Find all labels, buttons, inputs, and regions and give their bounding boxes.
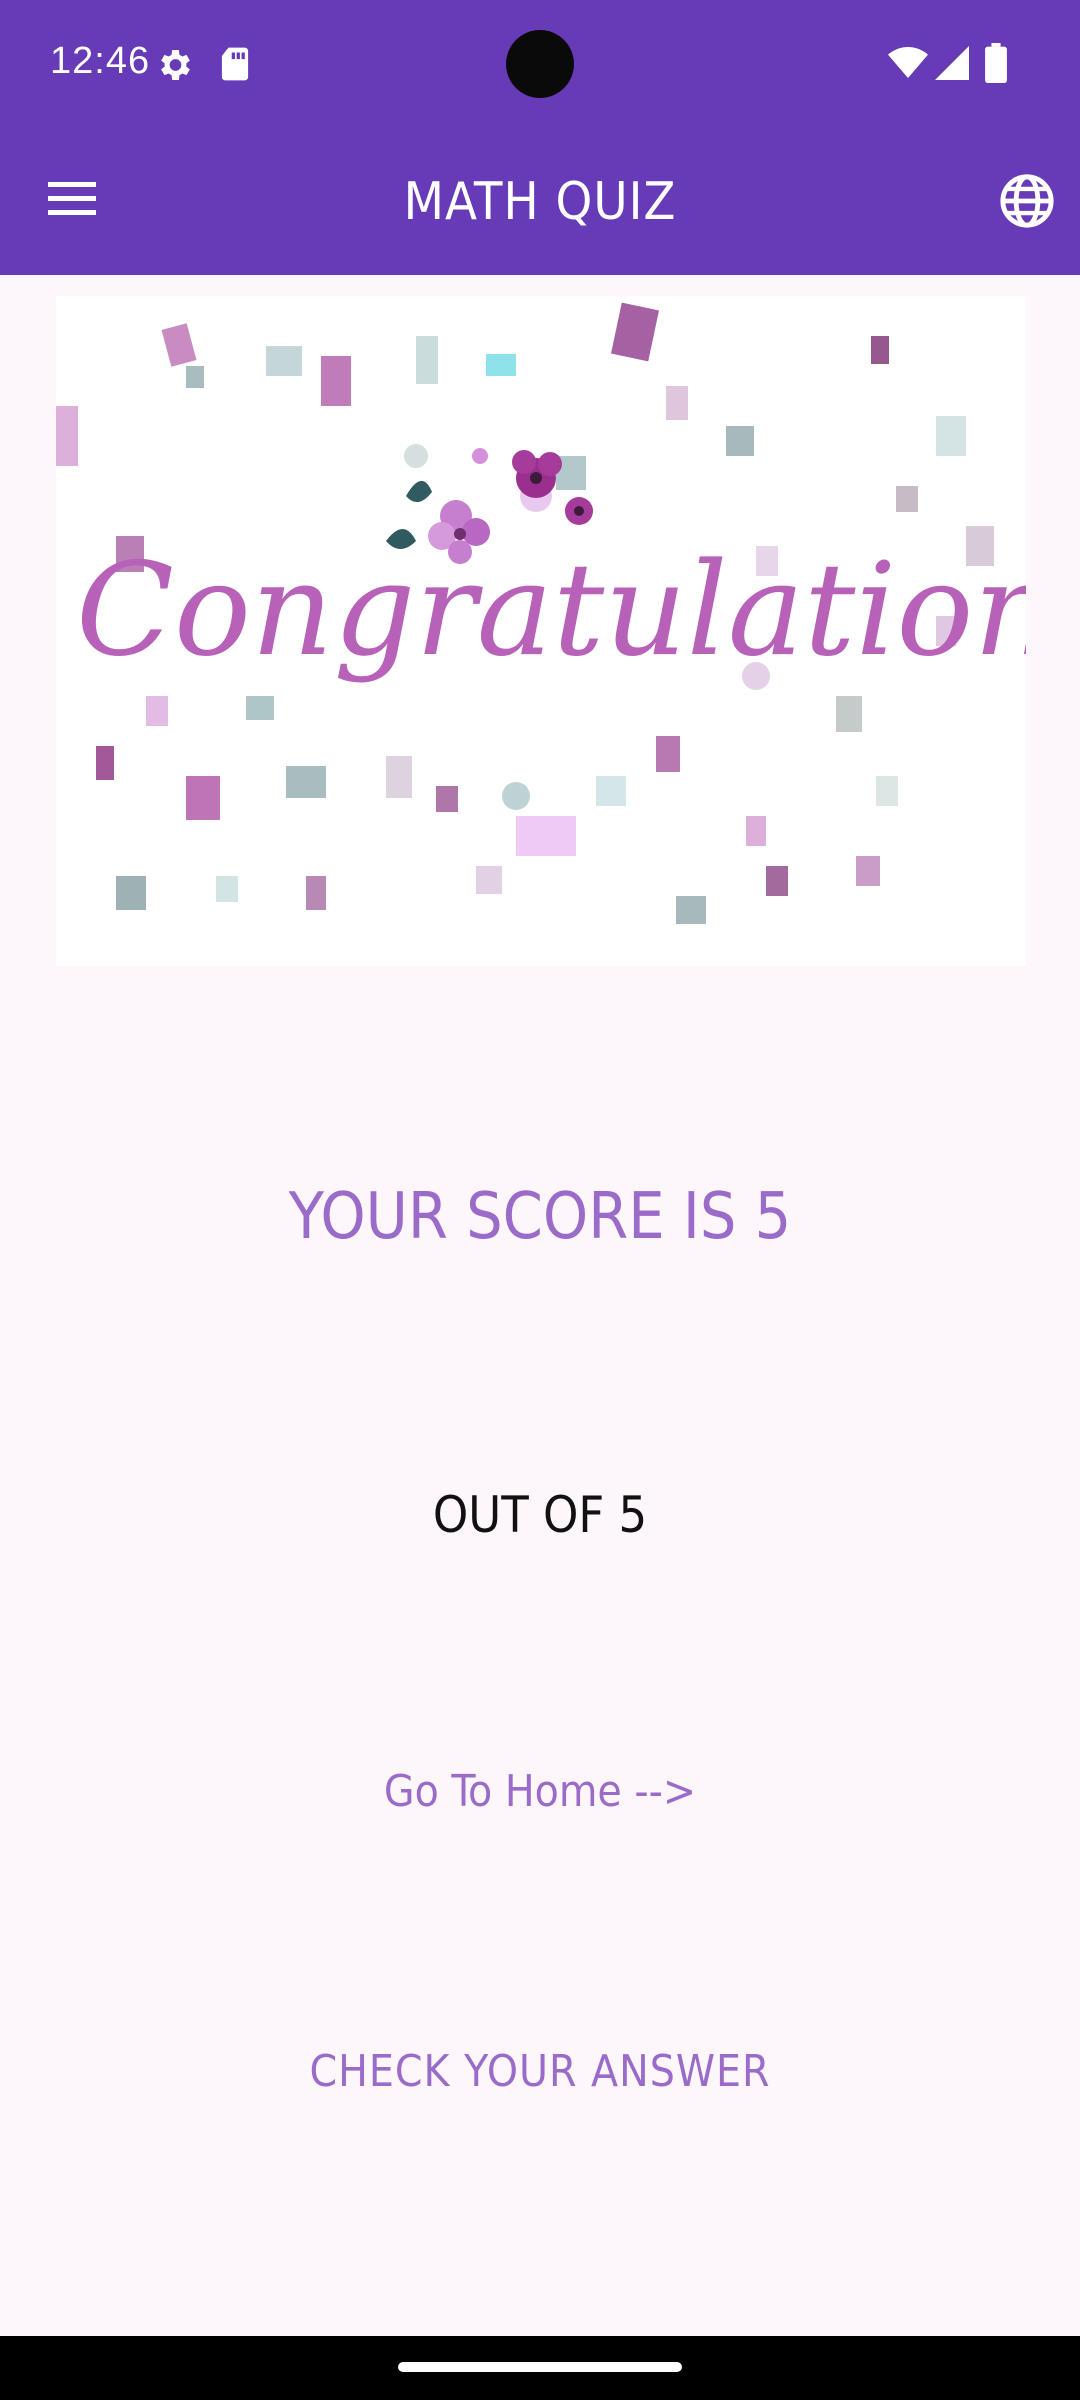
check-your-answer-button[interactable]: CHECK YOUR ANSWER bbox=[300, 2046, 780, 2097]
settings-icon bbox=[161, 50, 190, 80]
go-to-home-link[interactable]: Go To Home --> bbox=[340, 1766, 740, 1817]
globe-icon[interactable] bbox=[998, 172, 1056, 230]
score-text: YOUR SCORE IS 5 bbox=[288, 1180, 792, 1254]
wifi-icon bbox=[888, 47, 928, 78]
out-of-text: OUT OF 5 bbox=[432, 1486, 648, 1544]
cellular-signal-icon bbox=[935, 46, 969, 80]
front-camera bbox=[506, 30, 574, 98]
battery-icon bbox=[985, 43, 1007, 83]
banner-text: Congratulations! bbox=[76, 536, 1026, 685]
status-bar: 12:46 bbox=[0, 0, 1080, 128]
congratulations-image: Congratulations! bbox=[56, 296, 1026, 966]
sd-card-icon bbox=[221, 47, 249, 81]
app-title: MATH QUIZ bbox=[403, 172, 677, 232]
home-gesture-handle[interactable] bbox=[398, 2362, 682, 2372]
status-time: 12:46 bbox=[50, 40, 151, 82]
